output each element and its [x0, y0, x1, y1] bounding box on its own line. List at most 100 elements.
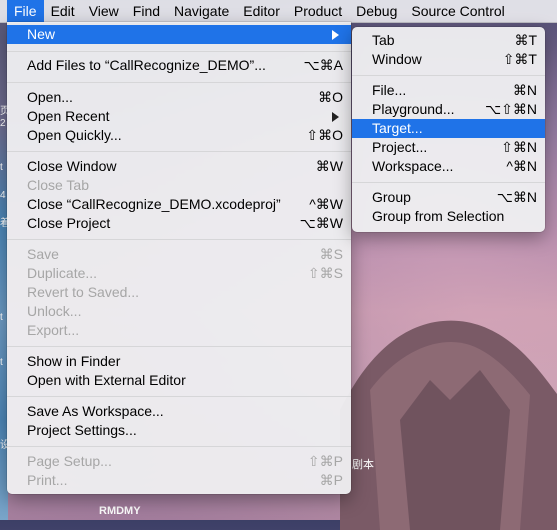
menu-item-label: Unlock...: [27, 303, 82, 319]
menu-item-shortcut: ⌥⌘W: [299, 215, 343, 231]
separator: [7, 396, 351, 397]
submenu-item-playground[interactable]: Playground... ⌥⇧⌘N: [352, 100, 545, 119]
menu-item-label: Workspace...: [372, 158, 454, 174]
menu-item-label: Duplicate...: [27, 265, 98, 281]
menu-item-label: Open Recent: [27, 108, 110, 124]
menu-debug[interactable]: Debug: [349, 0, 404, 22]
menu-item-shortcut: ⇧⌘S: [307, 265, 343, 281]
menu-item-shortcut: ⌥⌘N: [496, 189, 537, 205]
menu-item-shortcut: ^⌘W: [309, 196, 343, 212]
menubar: File Edit View Find Navigate Editor Prod…: [0, 0, 557, 23]
menu-item-project-settings[interactable]: Project Settings...: [7, 421, 351, 440]
menu-source-control[interactable]: Source Control: [404, 0, 511, 22]
submenu-item-tab[interactable]: Tab ⌘T: [352, 31, 545, 50]
menu-item-print: Print... ⌘P: [7, 471, 351, 490]
menu-item-revert: Revert to Saved...: [7, 283, 351, 302]
menu-item-label: Revert to Saved...: [27, 284, 140, 300]
desktop-file-label[interactable]: 剧本: [352, 456, 374, 472]
menu-item-label: Group: [372, 189, 411, 205]
menu-item-shortcut: ⌘W: [315, 158, 343, 174]
menu-item-label: Show in Finder: [27, 353, 121, 369]
separator: [352, 75, 545, 76]
menu-item-label: Group from Selection: [372, 208, 505, 224]
menu-item-label: Close “CallRecognize_DEMO.xcodeproj”: [27, 196, 281, 212]
separator: [7, 239, 351, 240]
desktop-char: 2: [0, 118, 6, 129]
desktop-char: t: [0, 312, 3, 323]
menu-edit[interactable]: Edit: [44, 0, 82, 22]
menu-item-label: Page Setup...: [27, 453, 112, 469]
menu-item-export: Export...: [7, 321, 351, 340]
menu-item-label: Tab: [372, 32, 395, 48]
menu-item-shortcut: ⌘O: [318, 89, 343, 105]
menu-item-shortcut: ⌥⇧⌘N: [485, 101, 537, 117]
menu-item-page-setup: Page Setup... ⇧⌘P: [7, 452, 351, 471]
menu-view[interactable]: View: [82, 0, 126, 22]
menu-item-open-external-editor[interactable]: Open with External Editor: [7, 371, 351, 390]
menu-item-shortcut: ⌥⌘A: [303, 57, 343, 73]
menu-item-unlock: Unlock...: [7, 302, 351, 321]
menu-item-close-tab: Close Tab: [7, 176, 351, 195]
menu-item-close-project-file[interactable]: Close “CallRecognize_DEMO.xcodeproj” ^⌘W: [7, 195, 351, 214]
submenu-item-window[interactable]: Window ⇧⌘T: [352, 50, 545, 69]
desktop-char: 4: [0, 190, 6, 201]
menu-item-add-files[interactable]: Add Files to “CallRecognize_DEMO”... ⌥⌘A: [7, 56, 351, 75]
menu-item-label: Project Settings...: [27, 422, 137, 438]
separator: [7, 151, 351, 152]
submenu-item-group[interactable]: Group ⌥⌘N: [352, 188, 545, 207]
menu-item-shortcut: ⇧⌘N: [501, 139, 537, 155]
submenu-item-workspace[interactable]: Workspace... ^⌘N: [352, 157, 545, 176]
menu-item-save-as-workspace[interactable]: Save As Workspace...: [7, 402, 351, 421]
menu-item-label: Open Quickly...: [27, 127, 122, 143]
menu-item-label: New: [27, 26, 56, 42]
separator: [7, 82, 351, 83]
menu-item-duplicate: Duplicate... ⇧⌘S: [7, 264, 351, 283]
menu-item-shortcut: ⇧⌘T: [502, 51, 537, 67]
menu-find[interactable]: Find: [126, 0, 167, 22]
new-submenu: Tab ⌘T Window ⇧⌘T File... ⌘N Playground.…: [352, 27, 545, 232]
submenu-item-project[interactable]: Project... ⇧⌘N: [352, 138, 545, 157]
menu-item-label: Target...: [372, 120, 423, 136]
menu-item-open-quickly[interactable]: Open Quickly... ⇧⌘O: [7, 126, 351, 145]
menu-product[interactable]: Product: [287, 0, 349, 22]
submenu-item-target[interactable]: Target...: [352, 119, 545, 138]
submenu-item-file[interactable]: File... ⌘N: [352, 81, 545, 100]
separator: [352, 182, 545, 183]
menu-item-shortcut: ⌘N: [512, 82, 537, 98]
menu-item-label: Window: [372, 51, 422, 67]
menu-item-shortcut: ^⌘N: [506, 158, 537, 174]
separator: [7, 346, 351, 347]
menu-item-label: Close Project: [27, 215, 111, 231]
desktop-file-label[interactable]: RMDMY: [99, 505, 141, 517]
menu-navigate[interactable]: Navigate: [167, 0, 236, 22]
menu-item-save: Save ⌘S: [7, 245, 351, 264]
menu-item-label: Save As Workspace...: [27, 403, 164, 419]
menu-file[interactable]: File: [7, 0, 44, 22]
menu-item-open-recent[interactable]: Open Recent: [7, 107, 351, 126]
menu-item-close-project[interactable]: Close Project ⌥⌘W: [7, 214, 351, 233]
menu-item-label: File...: [372, 82, 407, 98]
menu-item-label: Project...: [372, 139, 428, 155]
desktop-char: t: [0, 162, 3, 173]
menu-editor[interactable]: Editor: [236, 0, 287, 22]
menu-item-shortcut: ⌘P: [319, 472, 343, 488]
menu-item-label: Close Window: [27, 158, 117, 174]
desktop-char: t: [0, 357, 3, 368]
menu-item-shortcut: ⇧⌘O: [306, 127, 343, 143]
menu-item-close-window[interactable]: Close Window ⌘W: [7, 157, 351, 176]
menu-item-show-in-finder[interactable]: Show in Finder: [7, 352, 351, 371]
menu-item-label: Export...: [27, 322, 80, 338]
menu-item-label: Playground...: [372, 101, 455, 117]
menu-item-shortcut: ⌘S: [319, 246, 343, 262]
separator: [7, 51, 351, 52]
menu-item-label: Close Tab: [27, 177, 90, 193]
menu-item-label: Open with External Editor: [27, 372, 186, 388]
menu-item-label: Open...: [27, 89, 73, 105]
menu-item-shortcut: ⇧⌘P: [307, 453, 343, 469]
submenu-arrow-icon: [332, 30, 339, 40]
menu-item-open[interactable]: Open... ⌘O: [7, 88, 351, 107]
menu-item-label: Add Files to “CallRecognize_DEMO”...: [27, 57, 266, 73]
menu-item-shortcut: ⌘T: [514, 32, 537, 48]
menu-item-new[interactable]: New: [7, 25, 351, 44]
submenu-item-group-from-selection[interactable]: Group from Selection: [352, 207, 545, 226]
